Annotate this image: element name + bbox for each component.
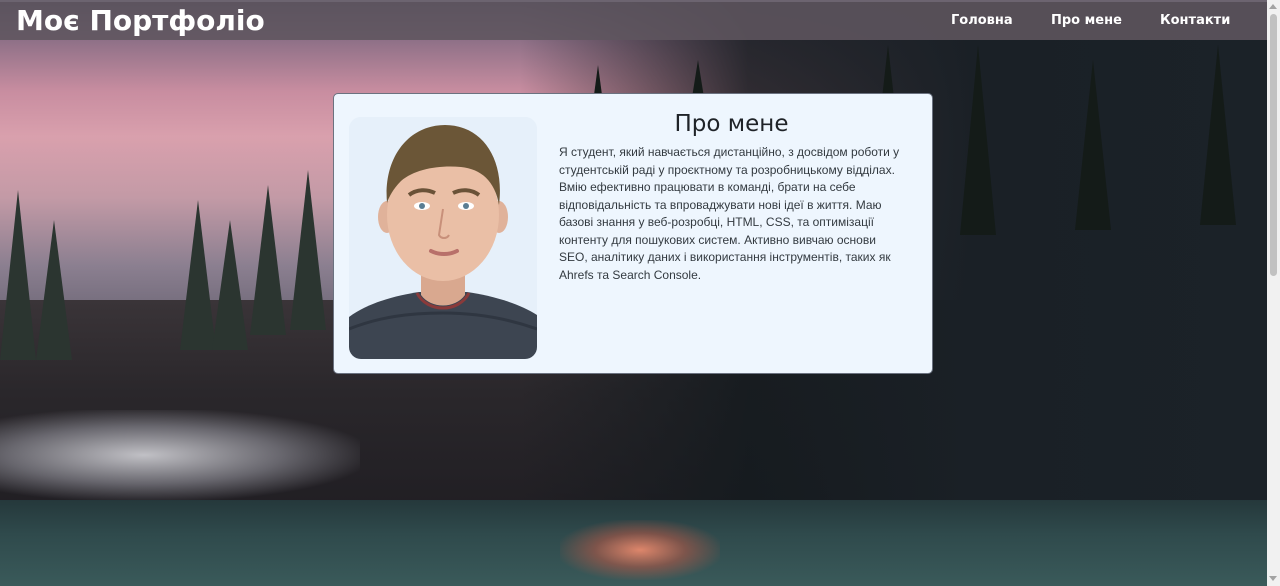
navbar: Моє Портфоліо Головна Про мене Контакти <box>0 0 1267 40</box>
tree <box>0 190 36 360</box>
scroll-down-icon[interactable] <box>1269 576 1277 581</box>
tree <box>960 45 996 235</box>
sun-reflection <box>560 520 720 580</box>
tree <box>290 170 326 330</box>
nav-link-contacts[interactable]: Контакти <box>1160 13 1230 28</box>
person-portrait-icon <box>349 117 537 359</box>
tree <box>180 200 216 350</box>
tree <box>1075 60 1111 230</box>
about-card: Про мене Я студент, який навчається дист… <box>333 93 933 374</box>
profile-photo <box>349 117 537 359</box>
nav-link-home[interactable]: Головна <box>951 13 1013 28</box>
scrollbar-thumb[interactable] <box>1270 14 1277 276</box>
tree <box>212 220 248 350</box>
about-title: Про мене <box>674 111 789 137</box>
scrollbar[interactable] <box>1267 0 1280 586</box>
site-title[interactable]: Моє Портфоліо <box>16 4 265 38</box>
scroll-up-icon[interactable] <box>1269 4 1277 9</box>
tree <box>36 220 72 360</box>
tree <box>250 185 286 335</box>
tree <box>1200 45 1236 225</box>
waterfall-mist <box>0 410 360 500</box>
nav-link-about[interactable]: Про мене <box>1051 13 1122 28</box>
about-description: Я студент, який навчається дистанційно, … <box>559 145 900 282</box>
